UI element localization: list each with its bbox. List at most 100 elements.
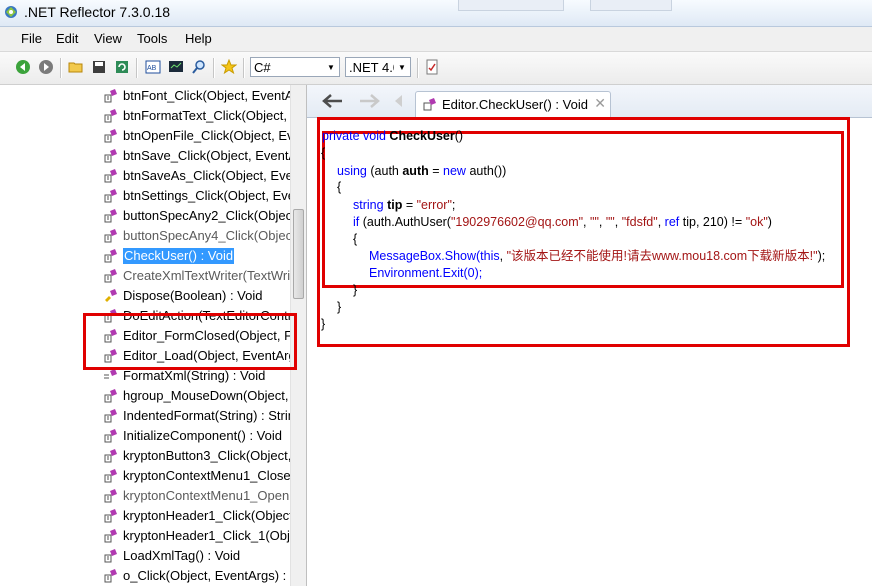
- nav-forward-button[interactable]: [357, 90, 383, 112]
- tree-item-label: kryptonHeader1_Click_1(Object, EventArgs…: [123, 528, 293, 543]
- method-icon: [104, 229, 117, 243]
- tree-item[interactable]: kryptonContextMenu1_Opening(Object, Canc…: [103, 486, 293, 506]
- method-icon: [104, 569, 117, 583]
- code-line-close-brace: }: [353, 283, 358, 297]
- menu-tools[interactable]: Tools: [135, 31, 169, 46]
- save-button[interactable]: [90, 58, 108, 76]
- background-window-edge: [590, 0, 672, 11]
- tree-item[interactable]: o_Click(Object, EventArgs) : Void: [103, 566, 293, 586]
- tab-strip: Editor.CheckUser() : Void ✕: [307, 85, 872, 118]
- method-icon: [104, 149, 117, 163]
- code-line-exit: Environment.Exit(0);: [369, 266, 483, 280]
- tab-label: Editor.CheckUser() : Void: [442, 97, 588, 112]
- analyzer-button[interactable]: [167, 58, 185, 76]
- tree-item[interactable]: kryptonHeader1_Click_1(Object, EventArgs…: [103, 526, 293, 546]
- title-bar: .NET Reflector 7.3.0.18: [0, 0, 872, 27]
- tree-item[interactable]: kryptonContextMenu1_Closed(Object, ToolS…: [103, 466, 293, 486]
- tree-item[interactable]: Dispose(Boolean) : Void: [103, 286, 293, 306]
- method-icon: [104, 249, 117, 263]
- language-value: C#: [254, 60, 271, 75]
- chevron-down-icon: ▼: [394, 58, 410, 76]
- save-disk-icon: [93, 61, 105, 73]
- menu-help[interactable]: Help: [183, 31, 214, 46]
- tree-item-label: btnOpenFile_Click(Object, EventArgs) : V…: [123, 128, 293, 143]
- back-button[interactable]: [14, 58, 32, 76]
- forward-arrow-icon: [39, 60, 53, 74]
- language-select[interactable]: C# ▼: [250, 57, 340, 77]
- method-icon: [104, 429, 117, 443]
- tree-item-label: btnSaveAs_Click(Object, EventArgs) : Voi…: [123, 168, 293, 183]
- tree-item[interactable]: btnFont_Click(Object, EventArgs) : Void: [103, 86, 293, 106]
- code-line-open-brace: {: [337, 180, 342, 194]
- tab-scroll-left-button[interactable]: [391, 90, 405, 112]
- open-button[interactable]: [67, 58, 85, 76]
- tab-editor-checkuser[interactable]: Editor.CheckUser() : Void ✕: [415, 91, 611, 117]
- tree-item[interactable]: btnSaveAs_Click(Object, EventArgs) : Voi…: [103, 166, 293, 186]
- tree-item[interactable]: hgroup_MouseDown(Object, MouseEventArgs)…: [103, 386, 293, 406]
- menu-view[interactable]: View: [92, 31, 124, 46]
- nav-back-button[interactable]: [319, 90, 345, 112]
- back-arrow-icon: [16, 60, 30, 74]
- method-icon: [104, 469, 117, 483]
- arrow-right-icon: [360, 94, 380, 108]
- tree-item-label: hgroup_MouseDown(Object, MouseEventArgs)…: [123, 388, 293, 403]
- menu-file[interactable]: File: [19, 31, 44, 46]
- method-icon: [104, 209, 117, 223]
- search-icon: [192, 60, 205, 74]
- tree-item[interactable]: CreateXmlTextWriter(TextWriter) : XmlTex…: [103, 266, 293, 286]
- toolbar: AB C# ▼ .NET 4.0 ▼: [0, 52, 872, 85]
- code-line-using: using (auth auth = new auth()): [337, 164, 507, 178]
- tree-item-label: LoadXmlTag() : Void: [123, 548, 241, 563]
- method-icon: [104, 189, 117, 203]
- refresh-icon: [116, 61, 128, 73]
- bookmark-button[interactable]: [220, 58, 238, 76]
- tree-item[interactable]: btnFormatText_Click(Object, EventArgs) :…: [103, 106, 293, 126]
- ab-list-icon: AB: [145, 60, 161, 74]
- assembly-list-button[interactable]: AB: [144, 58, 162, 76]
- tree-item-label: kryptonContextMenu1_Opening(Object, Canc…: [123, 488, 293, 503]
- tree-item[interactable]: kryptonButton3_Click(Object, EventArgs) …: [103, 446, 293, 466]
- forward-button[interactable]: [37, 58, 55, 76]
- code-line-messagebox: MessageBox.Show(this, "该版本已经不能使用!请去www.m…: [369, 249, 826, 263]
- menu-edit[interactable]: Edit: [54, 31, 80, 46]
- method-icon: [104, 449, 117, 463]
- framework-select[interactable]: .NET 4.0 ▼: [345, 57, 411, 77]
- open-folder-icon: [68, 62, 83, 73]
- code-line-open-brace: {: [321, 146, 326, 160]
- reflector-app-icon: [5, 6, 17, 18]
- method-icon: [104, 389, 117, 403]
- options-button[interactable]: [423, 58, 441, 76]
- tree-item[interactable]: buttonSpecAny2_Click(Object, EventArgs) …: [103, 206, 293, 226]
- scrollbar-thumb[interactable]: [293, 209, 304, 299]
- tree-item-label: buttonSpecAny2_Click(Object, EventArgs) …: [123, 208, 293, 223]
- tree-item-label: buttonSpecAny4_Click(Object, EventArgs) …: [123, 228, 293, 243]
- tree-item[interactable]: btnSave_Click(Object, EventArgs) : Void: [103, 146, 293, 166]
- tree-item[interactable]: btnSettings_Click(Object, EventArgs) : V…: [103, 186, 293, 206]
- tree-item-label: kryptonHeader1_Click(Object, EventArgs) …: [123, 508, 293, 523]
- private-method-icon: [104, 369, 117, 379]
- assembly-browser-tree[interactable]: btnFont_Click(Object, EventArgs) : Void b…: [0, 85, 307, 586]
- tree-item[interactable]: InitializeComponent() : Void: [103, 426, 293, 446]
- search-button[interactable]: [190, 58, 208, 76]
- tree-item[interactable]: LoadXmlTag() : Void: [103, 546, 293, 566]
- tree-item-label: kryptonContextMenu1_Closed(Object, ToolS…: [123, 468, 293, 483]
- close-icon[interactable]: ✕: [594, 95, 606, 112]
- tree-item[interactable]: buttonSpecAny4_Click(Object, EventArgs) …: [103, 226, 293, 246]
- tree-item[interactable]: btnOpenFile_Click(Object, EventArgs) : V…: [103, 126, 293, 146]
- tree-item[interactable]: kryptonHeader1_Click(Object, EventArgs) …: [103, 506, 293, 526]
- refresh-button[interactable]: [113, 58, 131, 76]
- tree-item[interactable]: CheckUser() : Void: [103, 246, 293, 266]
- method-icon: [104, 489, 117, 503]
- tree-item[interactable]: IndentedFormat(String) : String: [103, 406, 293, 426]
- method-icon: [104, 549, 117, 563]
- triangle-left-icon: [395, 95, 402, 107]
- svg-text:AB: AB: [147, 65, 157, 72]
- tree-item-label: btnFormatText_Click(Object, EventArgs) :…: [123, 108, 293, 123]
- tree-item-label: IndentedFormat(String) : String: [123, 408, 293, 423]
- chevron-down-icon: ▼: [327, 62, 335, 72]
- method-icon: [104, 529, 117, 543]
- window-title: .NET Reflector 7.3.0.18: [24, 4, 171, 20]
- tree-item-label: o_Click(Object, EventArgs) : Void: [123, 568, 293, 583]
- tree-item-label: btnFont_Click(Object, EventArgs) : Void: [123, 88, 293, 103]
- checklist-icon: [426, 59, 438, 75]
